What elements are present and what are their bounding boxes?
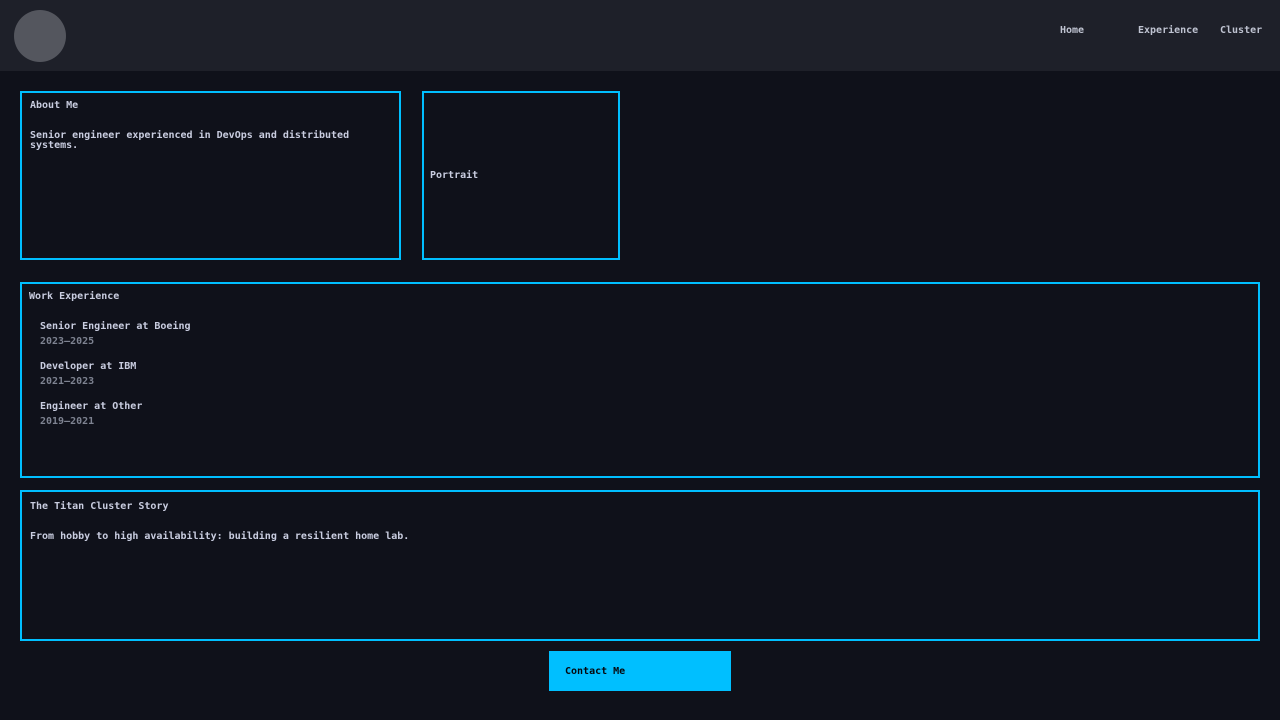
about-body: Senior engineer experienced in DevOps an… <box>30 131 399 151</box>
experience-entry: Developer at IBM 2021–2023 <box>40 362 1258 387</box>
experience-entries: Senior Engineer at Boeing 2023–2025 Deve… <box>40 322 1258 427</box>
portrait-card: Portrait <box>422 91 620 260</box>
page: Home Experience Cluster About Me Senior … <box>0 0 1280 720</box>
entry-years: 2019–2021 <box>40 417 1258 427</box>
entry-role: Engineer at Other <box>40 402 1258 412</box>
experience-entry: Engineer at Other 2019–2021 <box>40 402 1258 427</box>
avatar <box>14 10 66 62</box>
experience-title: Work Experience <box>29 292 1258 302</box>
entry-role: Developer at IBM <box>40 362 1258 372</box>
nav-item-experience[interactable]: Experience <box>1138 26 1198 36</box>
entry-years: 2021–2023 <box>40 377 1258 387</box>
nav-item-home[interactable]: Home <box>1060 26 1084 36</box>
experience-card: Work Experience Senior Engineer at Boein… <box>20 282 1260 478</box>
story-body: From hobby to high availability: buildin… <box>30 532 1258 542</box>
entry-role: Senior Engineer at Boeing <box>40 322 1258 332</box>
contact-button[interactable]: Contact Me <box>549 651 731 691</box>
portrait-placeholder-label: Portrait <box>430 171 478 181</box>
nav-item-cluster[interactable]: Cluster <box>1220 26 1262 36</box>
story-title: The Titan Cluster Story <box>30 502 1258 512</box>
about-card: About Me Senior engineer experienced in … <box>20 91 401 260</box>
header: Home Experience Cluster <box>0 0 1280 71</box>
about-title: About Me <box>30 101 399 111</box>
story-card: The Titan Cluster Story From hobby to hi… <box>20 490 1260 641</box>
experience-entry: Senior Engineer at Boeing 2023–2025 <box>40 322 1258 347</box>
entry-years: 2023–2025 <box>40 337 1258 347</box>
